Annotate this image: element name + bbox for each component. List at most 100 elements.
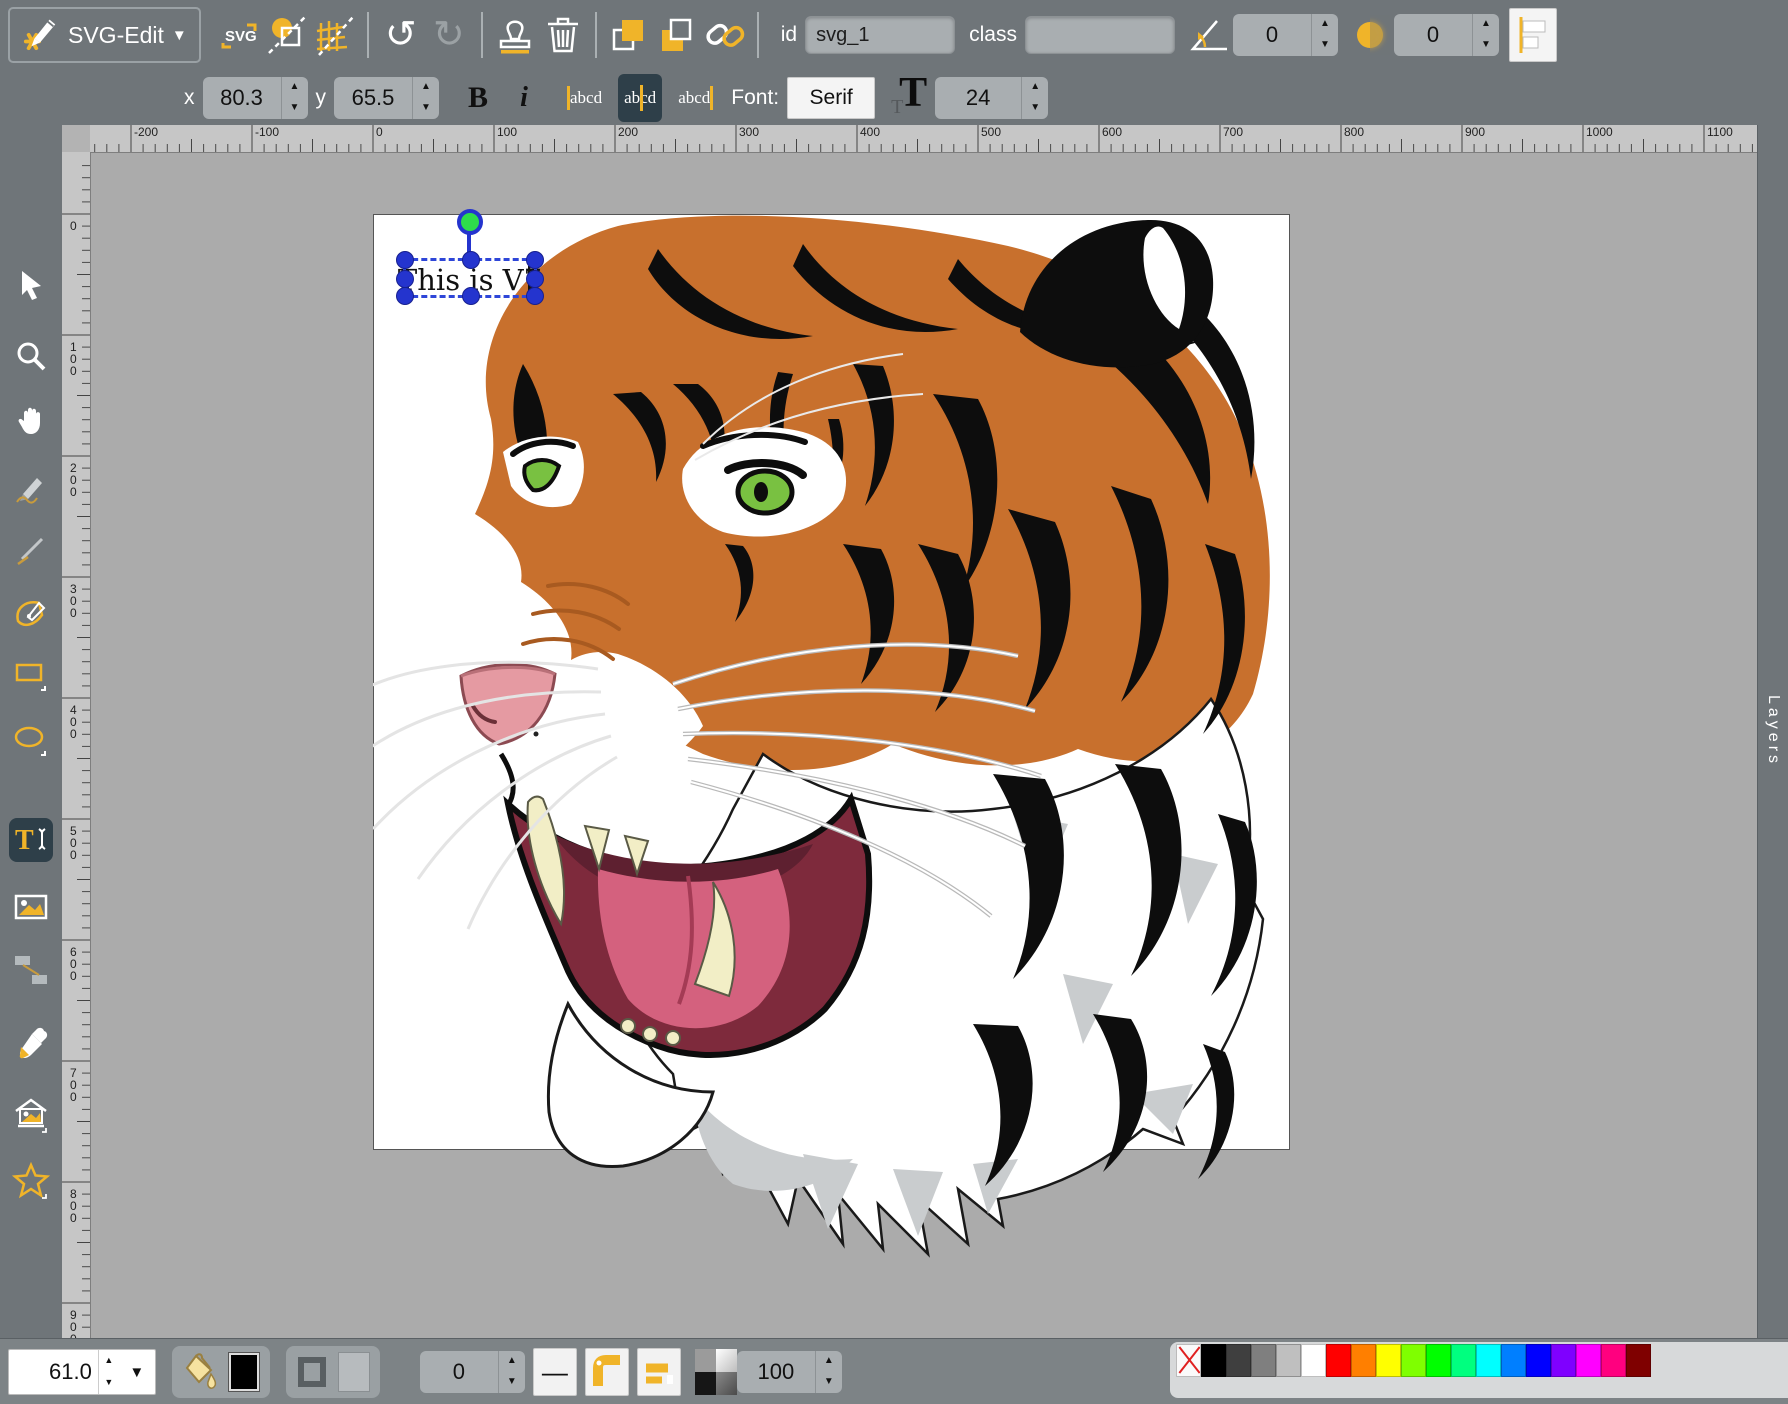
palette-swatch[interactable] [1376,1344,1401,1377]
line-tool-button[interactable] [9,528,53,572]
selection-handle-e[interactable] [526,270,544,288]
italic-button[interactable]: i [501,75,547,121]
text-tool-button[interactable]: T [9,818,53,862]
selection-handle-s[interactable] [462,287,480,305]
grid-icon[interactable] [311,9,359,61]
y-spinner-arrows[interactable]: ▲▼ [412,77,439,119]
pencil-tool-button[interactable] [9,466,53,510]
palette-swatch[interactable] [1226,1344,1251,1377]
align-left-icon [1514,13,1552,57]
angle-spinner[interactable]: 0 ▲▼ [1233,14,1338,56]
star-tool-button[interactable] [9,1159,53,1203]
move-to-top-button[interactable] [605,9,653,61]
zoom-spinner-arrows[interactable]: ▲▼ [98,1350,119,1394]
font-size-spinner-arrows[interactable]: ▲▼ [1021,77,1048,119]
layers-panel-toggle[interactable]: Layers [1757,125,1788,1338]
y-spinner[interactable]: 65.5 ▲▼ [334,77,439,119]
zoom-tool-button[interactable] [9,335,53,379]
selection-handle-ne[interactable] [526,251,544,269]
stroke-color-swatch[interactable] [338,1352,370,1392]
linecap-button[interactable] [637,1348,681,1396]
font-family-button[interactable]: Serif [787,77,875,119]
star-icon [12,1162,50,1200]
palette-swatch[interactable] [1551,1344,1576,1377]
rectangle-tool-button[interactable] [9,653,53,697]
fill-color-swatch[interactable] [228,1352,260,1392]
eyedropper-tool-button[interactable] [9,1023,53,1067]
palette-swatch[interactable] [1601,1344,1626,1377]
selection-handle-sw[interactable] [396,287,414,305]
svg-text:200: 200 [618,125,638,139]
opacity-spinner[interactable]: 100 ▲▼ [737,1351,842,1393]
x-spinner[interactable]: 80.3 ▲▼ [203,77,308,119]
palette-swatch[interactable] [1251,1344,1276,1377]
x-spinner-arrows[interactable]: ▲▼ [281,77,308,119]
svg-text:0: 0 [70,219,77,233]
text-anchor-start-button[interactable]: abcd [561,74,608,122]
selection-handle-se[interactable] [526,287,544,305]
svg-text:T: T [15,825,34,856]
palette-swatch[interactable] [1451,1344,1476,1377]
link-button[interactable] [701,9,749,61]
text-anchor-end-button[interactable]: abcd [672,74,719,122]
delete-button[interactable] [539,9,587,61]
text-anchor-middle-button[interactable]: abcd [618,74,662,122]
stroke-dash-button[interactable]: — [533,1348,577,1396]
class-input[interactable] [1025,16,1175,54]
palette-swatch[interactable] [1201,1344,1226,1377]
palette-swatch[interactable] [1526,1344,1551,1377]
main-menu-button[interactable]: SVG-Edit ▼ [8,7,201,63]
edit-source-button[interactable]: SVG [215,9,263,61]
font-size-spinner[interactable]: 24 ▲▼ [935,77,1048,119]
palette-swatch[interactable] [1501,1344,1526,1377]
palette-none-swatch[interactable] [1176,1344,1201,1377]
palette-swatch[interactable] [1626,1344,1651,1377]
path-tool-button[interactable] [9,591,53,635]
palette-swatch[interactable] [1326,1344,1351,1377]
selection-box[interactable] [403,258,537,298]
palette-swatch[interactable] [1276,1344,1301,1377]
stroke-color-group[interactable] [286,1346,380,1398]
svg-text:500: 500 [981,125,1001,139]
ellipse-tool-button[interactable] [9,718,53,762]
selection-handle-nw[interactable] [396,251,414,269]
move-to-bottom-button[interactable] [653,9,701,61]
palette-swatch[interactable] [1351,1344,1376,1377]
image-tool-button[interactable] [9,885,53,929]
shape-library-button[interactable] [9,1093,53,1137]
align-left-button[interactable] [1509,8,1557,62]
zoom-dropdown-icon[interactable]: ▼ [119,1364,155,1381]
angle-spinner-arrows[interactable]: ▲▼ [1311,14,1338,56]
palette-swatch[interactable] [1401,1344,1426,1377]
redo-button[interactable]: ↻ [425,9,473,61]
palette-swatch[interactable] [1426,1344,1451,1377]
id-input[interactable] [805,16,955,54]
undo-button[interactable]: ↺ [377,9,425,61]
y-value: 65.5 [334,77,412,119]
rectangle-icon [13,657,49,693]
rotate-handle[interactable] [457,209,483,235]
select-tool-button[interactable] [9,263,53,307]
zoom-control[interactable]: 61.0 ▲▼ ▼ [8,1349,156,1395]
blur-spinner-arrows[interactable]: ▲▼ [1472,14,1499,56]
pan-tool-button[interactable] [9,398,53,442]
opacity-arrows[interactable]: ▲▼ [815,1351,842,1393]
toolbar-separator [367,12,369,58]
tools-sidebar: T [0,125,62,1338]
selection-handle-w[interactable] [396,270,414,288]
canvas-drawing[interactable]: This is V7 [373,214,1290,1260]
stroke-width-arrows[interactable]: ▲▼ [498,1351,525,1393]
palette-swatch[interactable] [1301,1344,1326,1377]
connector-icon [12,951,50,989]
stroke-width-spinner[interactable]: 0 ▲▼ [420,1351,525,1393]
wireframe-mode-icon[interactable] [263,9,311,61]
bold-button[interactable]: B [455,75,501,121]
linejoin-button[interactable] [585,1348,629,1396]
palette-swatch[interactable] [1576,1344,1601,1377]
blur-spinner[interactable]: 0 ▲▼ [1394,14,1499,56]
connector-tool-button[interactable] [9,948,53,992]
selection-handle-n[interactable] [462,251,480,269]
fill-color-group[interactable] [172,1346,270,1398]
palette-swatch[interactable] [1476,1344,1501,1377]
clone-button[interactable] [491,9,539,61]
